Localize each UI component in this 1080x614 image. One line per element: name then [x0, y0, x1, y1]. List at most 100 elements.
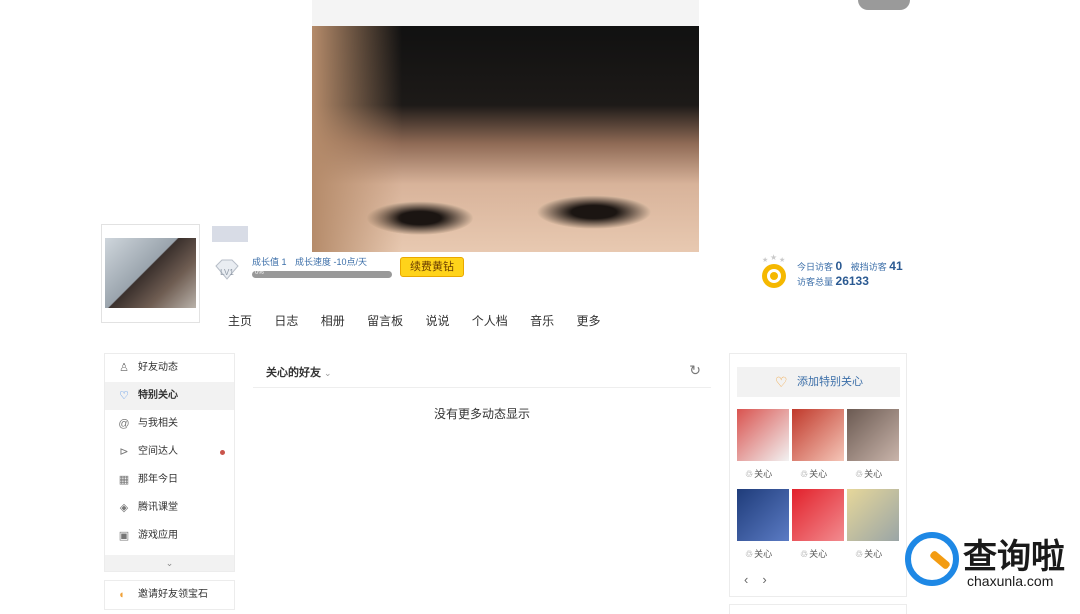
- visitor-badge-icon: ★ ★ ★: [759, 253, 791, 290]
- cover-image: [312, 26, 699, 252]
- follow-label: 关心: [809, 549, 828, 559]
- watermark-en: chaxunla.com: [967, 573, 1054, 589]
- follow-button[interactable]: ♲关心: [800, 467, 827, 480]
- renew-yellow-diamond-button[interactable]: 续费黄钻: [400, 257, 464, 277]
- sidebar-item-tencent-classroom[interactable]: ◈ 腾讯课堂: [105, 494, 234, 522]
- feed-filter-dropdown[interactable]: 关心的好友 ⌄: [266, 364, 332, 380]
- feed-empty-message: 没有更多动态显示: [433, 407, 530, 421]
- sidebar-item-label: 腾讯课堂: [138, 502, 178, 513]
- sidebar-item-label: 空间达人: [138, 446, 178, 457]
- sidebar-item-label: 好友动态: [138, 362, 178, 373]
- main-nav: 主页 日志 相册 留言板 说说 个人档 音乐 更多: [228, 312, 620, 329]
- sidebar-item-label: 那年今日: [138, 474, 178, 485]
- follow-button[interactable]: ♲关心: [745, 547, 772, 560]
- add-special-care-button[interactable]: ♡ 添加特别关心: [737, 367, 900, 397]
- sidebar-item-label: 特别关心: [138, 390, 178, 401]
- follow-label: 关心: [864, 469, 883, 479]
- friend-avatar[interactable]: [737, 409, 789, 461]
- total-visitors-label: 访客总量: [797, 277, 834, 287]
- follow-icon: ♲: [745, 549, 754, 559]
- special-care-panel: ♡ 添加特别关心 ♲关心 ♲关心 ♲关心 ♲关心 ♲关心 ♲关心 ‹ ›: [729, 353, 907, 597]
- nav-album[interactable]: 相册: [321, 314, 345, 328]
- follow-icon: ♲: [855, 549, 864, 559]
- friend-avatar[interactable]: [847, 409, 899, 461]
- care-pager: ‹ ›: [744, 572, 781, 587]
- sidebar-item-friend-feed[interactable]: ♙ 好友动态: [105, 354, 234, 382]
- invite-label: 邀请好友领宝石: [138, 589, 208, 600]
- growth-progress-bar: 0%: [252, 271, 392, 278]
- follow-icon: ♲: [855, 469, 864, 479]
- growth-value[interactable]: 成长值 1: [252, 257, 287, 267]
- avatar-image: [105, 238, 196, 308]
- follow-label: 关心: [754, 549, 773, 559]
- growth-info[interactable]: 成长值 1 成长速度 -10点/天: [252, 255, 373, 268]
- sidebar-item-label: 与我相关: [138, 418, 178, 429]
- left-sidebar: ♙ 好友动态 ♡ 特别关心 @ 与我相关 ⊳ 空间达人 ▦ 那年今日 ◈ 腾讯课…: [104, 353, 235, 572]
- nav-profile[interactable]: 个人档: [472, 314, 508, 328]
- total-visitors-count[interactable]: 26133: [836, 274, 869, 288]
- svg-text:★: ★: [770, 254, 777, 262]
- heart-icon: ♡: [119, 390, 129, 402]
- friends-icon: ♙: [119, 362, 129, 374]
- refresh-icon[interactable]: ↻: [689, 362, 701, 379]
- growth-speed[interactable]: 成长速度 -10点/天: [295, 257, 367, 267]
- add-special-care-label: 添加特别关心: [797, 376, 863, 388]
- friend-avatar[interactable]: [847, 489, 899, 541]
- sidebar-expand-button[interactable]: ⌄: [105, 555, 234, 571]
- follow-icon: ♲: [800, 469, 809, 479]
- notification-dot: [220, 450, 225, 455]
- friend-avatar[interactable]: [792, 409, 844, 461]
- follow-button[interactable]: ♲关心: [855, 467, 882, 480]
- follow-button[interactable]: ♲关心: [800, 547, 827, 560]
- follow-icon: ♲: [800, 549, 809, 559]
- next-panel-edge: [729, 604, 907, 614]
- at-icon: @: [118, 418, 130, 430]
- friend-avatar[interactable]: [792, 489, 844, 541]
- blocked-visitors-label: 被挡访客: [850, 262, 887, 272]
- follow-label: 关心: [864, 549, 883, 559]
- chevron-down-icon: ⌄: [324, 368, 332, 378]
- heart-icon: ♡: [775, 374, 788, 390]
- follow-button[interactable]: ♲关心: [855, 547, 882, 560]
- sidebar-item-special-care[interactable]: ♡ 特别关心: [105, 382, 234, 410]
- follow-button[interactable]: ♲关心: [745, 467, 772, 480]
- friend-avatar[interactable]: [737, 489, 789, 541]
- level-label: LV1: [220, 268, 234, 277]
- diamond-level-icon[interactable]: LV1: [212, 258, 242, 280]
- follow-label: 关心: [809, 469, 828, 479]
- follow-icon: ♲: [745, 469, 754, 479]
- watermark-cn: 查询啦: [963, 537, 1065, 577]
- speaker-icon: ◖: [118, 589, 125, 601]
- calendar-icon: ▦: [118, 474, 130, 486]
- apps-icon: ▣: [118, 530, 130, 542]
- blocked-visitors-count[interactable]: 41: [889, 259, 902, 273]
- invite-friends-link[interactable]: ◖ 邀请好友领宝石: [104, 580, 235, 610]
- nav-more[interactable]: 更多: [577, 314, 601, 328]
- nav-home[interactable]: 主页: [228, 314, 252, 328]
- sidebar-item-related-to-me[interactable]: @ 与我相关: [105, 410, 234, 438]
- today-visitors-count[interactable]: 0: [836, 259, 843, 273]
- cover-photo: [312, 0, 699, 252]
- feed-header: 关心的好友 ⌄ ↻: [253, 356, 711, 388]
- nav-blog[interactable]: 日志: [274, 314, 298, 328]
- prev-page-icon[interactable]: ‹: [744, 572, 748, 587]
- sidebar-item-this-day[interactable]: ▦ 那年今日: [105, 466, 234, 494]
- chevron-down-icon: ⌄: [165, 558, 174, 568]
- follow-label: 关心: [754, 469, 773, 479]
- nav-moments[interactable]: 说说: [425, 314, 449, 328]
- sidebar-item-label: 游戏应用: [138, 530, 178, 541]
- sidebar-item-space-experts[interactable]: ⊳ 空间达人: [105, 438, 234, 466]
- next-page-icon[interactable]: ›: [762, 572, 766, 587]
- avatar[interactable]: [101, 224, 200, 323]
- feed-filter-label: 关心的好友: [266, 367, 321, 379]
- nav-music[interactable]: 音乐: [530, 314, 554, 328]
- svg-text:★: ★: [762, 256, 768, 264]
- nav-message-board[interactable]: 留言板: [367, 314, 403, 328]
- photo-count-badge[interactable]: [858, 0, 910, 10]
- classroom-icon: ◈: [119, 502, 129, 514]
- play-icon: ⊳: [119, 446, 129, 458]
- sidebar-item-game-apps[interactable]: ▣ 游戏应用: [105, 522, 234, 550]
- visitor-stats[interactable]: 今日访客 0 被挡访客 41 访客总量 26133: [797, 259, 909, 288]
- magnifier-logo-icon: [905, 532, 959, 586]
- watermark: 查询啦 chaxunla.com: [905, 527, 1075, 593]
